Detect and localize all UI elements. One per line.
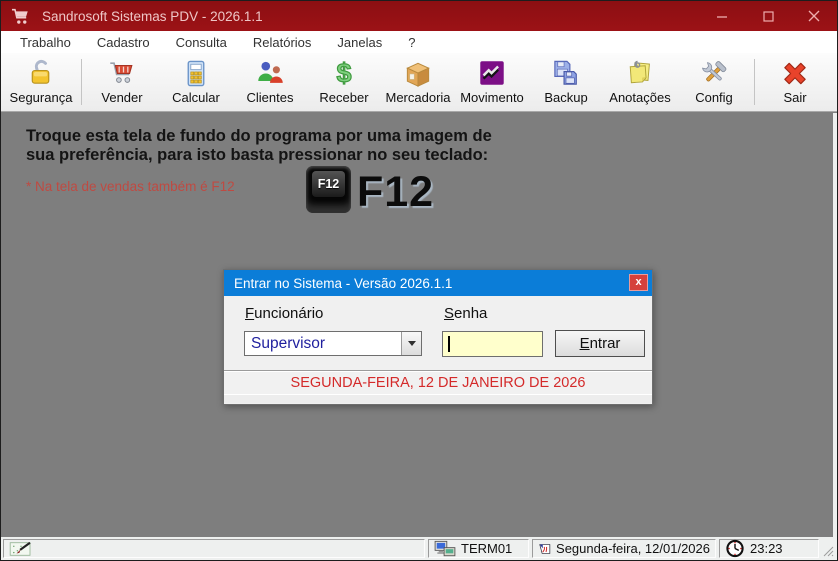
toolbar-label: Calcular bbox=[172, 90, 220, 105]
hint-line-2: sua preferência, para isto basta pressio… bbox=[26, 146, 492, 165]
statusbar-time: 23:23 bbox=[750, 541, 783, 556]
f12-key-image: F12 bbox=[306, 166, 351, 213]
window-title: Sandrosoft Sistemas PDV - 2026.1.1 bbox=[42, 9, 263, 24]
toolbar-label: Anotações bbox=[609, 90, 670, 105]
toolbar-label: Mercadoria bbox=[385, 90, 450, 105]
statusbar-terminal-panel: TERM01 bbox=[428, 539, 529, 558]
password-field[interactable] bbox=[442, 331, 543, 357]
backup-disks-icon bbox=[550, 56, 582, 90]
terminal-icon bbox=[434, 540, 456, 558]
password-label-accel: S bbox=[444, 305, 454, 322]
statusbar-time-panel: 23:23 bbox=[719, 539, 819, 558]
enter-button-accel: E bbox=[580, 335, 590, 352]
toolbar-button-calcular[interactable]: Calcular bbox=[159, 55, 233, 111]
statusbar-date: Segunda-feira, 12/01/2026 bbox=[556, 541, 710, 556]
chevron-down-icon[interactable] bbox=[401, 332, 421, 355]
calculator-icon bbox=[180, 56, 212, 90]
statusbar-panel-main bbox=[3, 539, 425, 558]
padlock-icon bbox=[25, 56, 57, 90]
menu-item-cadastro[interactable]: Cadastro bbox=[84, 33, 163, 52]
password-input[interactable] bbox=[443, 332, 542, 356]
minimize-icon[interactable] bbox=[699, 1, 745, 31]
employee-label-accel: F bbox=[245, 305, 254, 322]
toolbar-button-backup[interactable]: Backup bbox=[529, 55, 603, 111]
box-icon bbox=[402, 56, 434, 90]
clock-icon bbox=[725, 539, 745, 558]
toolbar-label: Movimento bbox=[460, 90, 524, 105]
toolbar-label: Backup bbox=[544, 90, 587, 105]
dialog-close-icon[interactable]: x bbox=[629, 274, 648, 291]
toolbar-separator bbox=[81, 59, 82, 105]
menu-item-help[interactable]: ? bbox=[395, 33, 428, 52]
password-label: Senha bbox=[444, 305, 487, 322]
employee-select[interactable]: Supervisor bbox=[244, 331, 422, 356]
text-caret bbox=[448, 336, 450, 352]
desktop: Troque esta tela de fundo do programa po… bbox=[1, 113, 837, 537]
f12-note-text: * Na tela de vendas também é F12 bbox=[26, 179, 235, 194]
toolbar-label: Sair bbox=[783, 90, 806, 105]
toolbar-label: Receber bbox=[319, 90, 368, 105]
resize-grip[interactable] bbox=[822, 539, 835, 558]
login-dialog: Entrar no Sistema - Versão 2026.1.1 x Fu… bbox=[223, 269, 653, 405]
titlebar: Sandrosoft Sistemas PDV - 2026.1.1 bbox=[1, 1, 837, 31]
notes-icon bbox=[624, 56, 656, 90]
enter-button-rest: ntrar bbox=[590, 335, 621, 352]
close-icon[interactable] bbox=[791, 1, 837, 31]
statusbar: TERM01 Segunda-feira, 12/01/2026 23:23 bbox=[1, 537, 837, 560]
toolbar-button-receber[interactable]: $ Receber bbox=[307, 55, 381, 111]
menu-item-janelas[interactable]: Janelas bbox=[324, 33, 395, 52]
background-hint-text: Troque esta tela de fundo do programa po… bbox=[26, 127, 492, 166]
tools-icon bbox=[698, 56, 730, 90]
f12-keycap-label: F12 bbox=[312, 171, 345, 197]
toolbar-button-seguranca[interactable]: Segurança bbox=[4, 55, 78, 111]
menu-item-relatorios[interactable]: Relatórios bbox=[240, 33, 325, 52]
statusbar-date-panel: Segunda-feira, 12/01/2026 bbox=[532, 539, 716, 558]
toolbar-label: Segurança bbox=[10, 90, 73, 105]
employee-label-rest: uncionário bbox=[254, 305, 323, 322]
employee-select-value: Supervisor bbox=[245, 335, 401, 353]
dialog-lower-section: SEGUNDA-FEIRA, 12 DE JANEIRO DE 2026 bbox=[224, 370, 652, 403]
toolbar-button-movimento[interactable]: Movimento bbox=[455, 55, 529, 111]
toolbar-button-sair[interactable]: Sair bbox=[758, 55, 832, 111]
app-cart-icon bbox=[11, 6, 33, 26]
toolbar-button-vender[interactable]: Vender bbox=[85, 55, 159, 111]
clients-icon bbox=[254, 56, 286, 90]
toolbar-label: Vender bbox=[101, 90, 142, 105]
dialog-bottom-strip bbox=[224, 395, 652, 403]
f12-big-label: F12 bbox=[357, 168, 434, 217]
toolbar-label: Config bbox=[695, 90, 733, 105]
exit-x-icon bbox=[779, 56, 811, 90]
login-dialog-body: Funcionário Supervisor Senha Entrar bbox=[224, 296, 652, 404]
enter-button[interactable]: Entrar bbox=[555, 330, 645, 357]
signature-icon bbox=[9, 540, 33, 558]
toolbar-label: Clientes bbox=[247, 90, 294, 105]
maximize-icon[interactable] bbox=[745, 1, 791, 31]
calendar-icon bbox=[538, 540, 551, 558]
hint-line-1: Troque esta tela de fundo do programa po… bbox=[26, 127, 492, 146]
login-dialog-titlebar: Entrar no Sistema - Versão 2026.1.1 x bbox=[224, 270, 652, 296]
toolbar-separator bbox=[754, 59, 755, 105]
login-dialog-title: Entrar no Sistema - Versão 2026.1.1 bbox=[234, 276, 452, 291]
cart-icon bbox=[106, 56, 138, 90]
toolbar-button-anotacoes[interactable]: Anotações bbox=[603, 55, 677, 111]
menubar: Trabalho Cadastro Consulta Relatórios Ja… bbox=[1, 31, 837, 53]
toolbar: Segurança Vender bbox=[1, 53, 837, 112]
toolbar-button-mercadoria[interactable]: Mercadoria bbox=[381, 55, 455, 111]
menu-item-consulta[interactable]: Consulta bbox=[163, 33, 240, 52]
toolbar-button-clientes[interactable]: Clientes bbox=[233, 55, 307, 111]
menu-item-trabalho[interactable]: Trabalho bbox=[7, 33, 84, 52]
chart-icon bbox=[477, 56, 507, 90]
terminal-name: TERM01 bbox=[461, 541, 512, 556]
window-controls bbox=[699, 1, 837, 31]
dollar-icon: $ bbox=[336, 56, 351, 90]
employee-label: Funcionário bbox=[245, 305, 323, 322]
app-window: Sandrosoft Sistemas PDV - 2026.1.1 Traba… bbox=[0, 0, 838, 561]
date-banner: SEGUNDA-FEIRA, 12 DE JANEIRO DE 2026 bbox=[224, 372, 652, 395]
toolbar-button-config[interactable]: Config bbox=[677, 55, 751, 111]
password-label-rest: enha bbox=[454, 305, 487, 322]
